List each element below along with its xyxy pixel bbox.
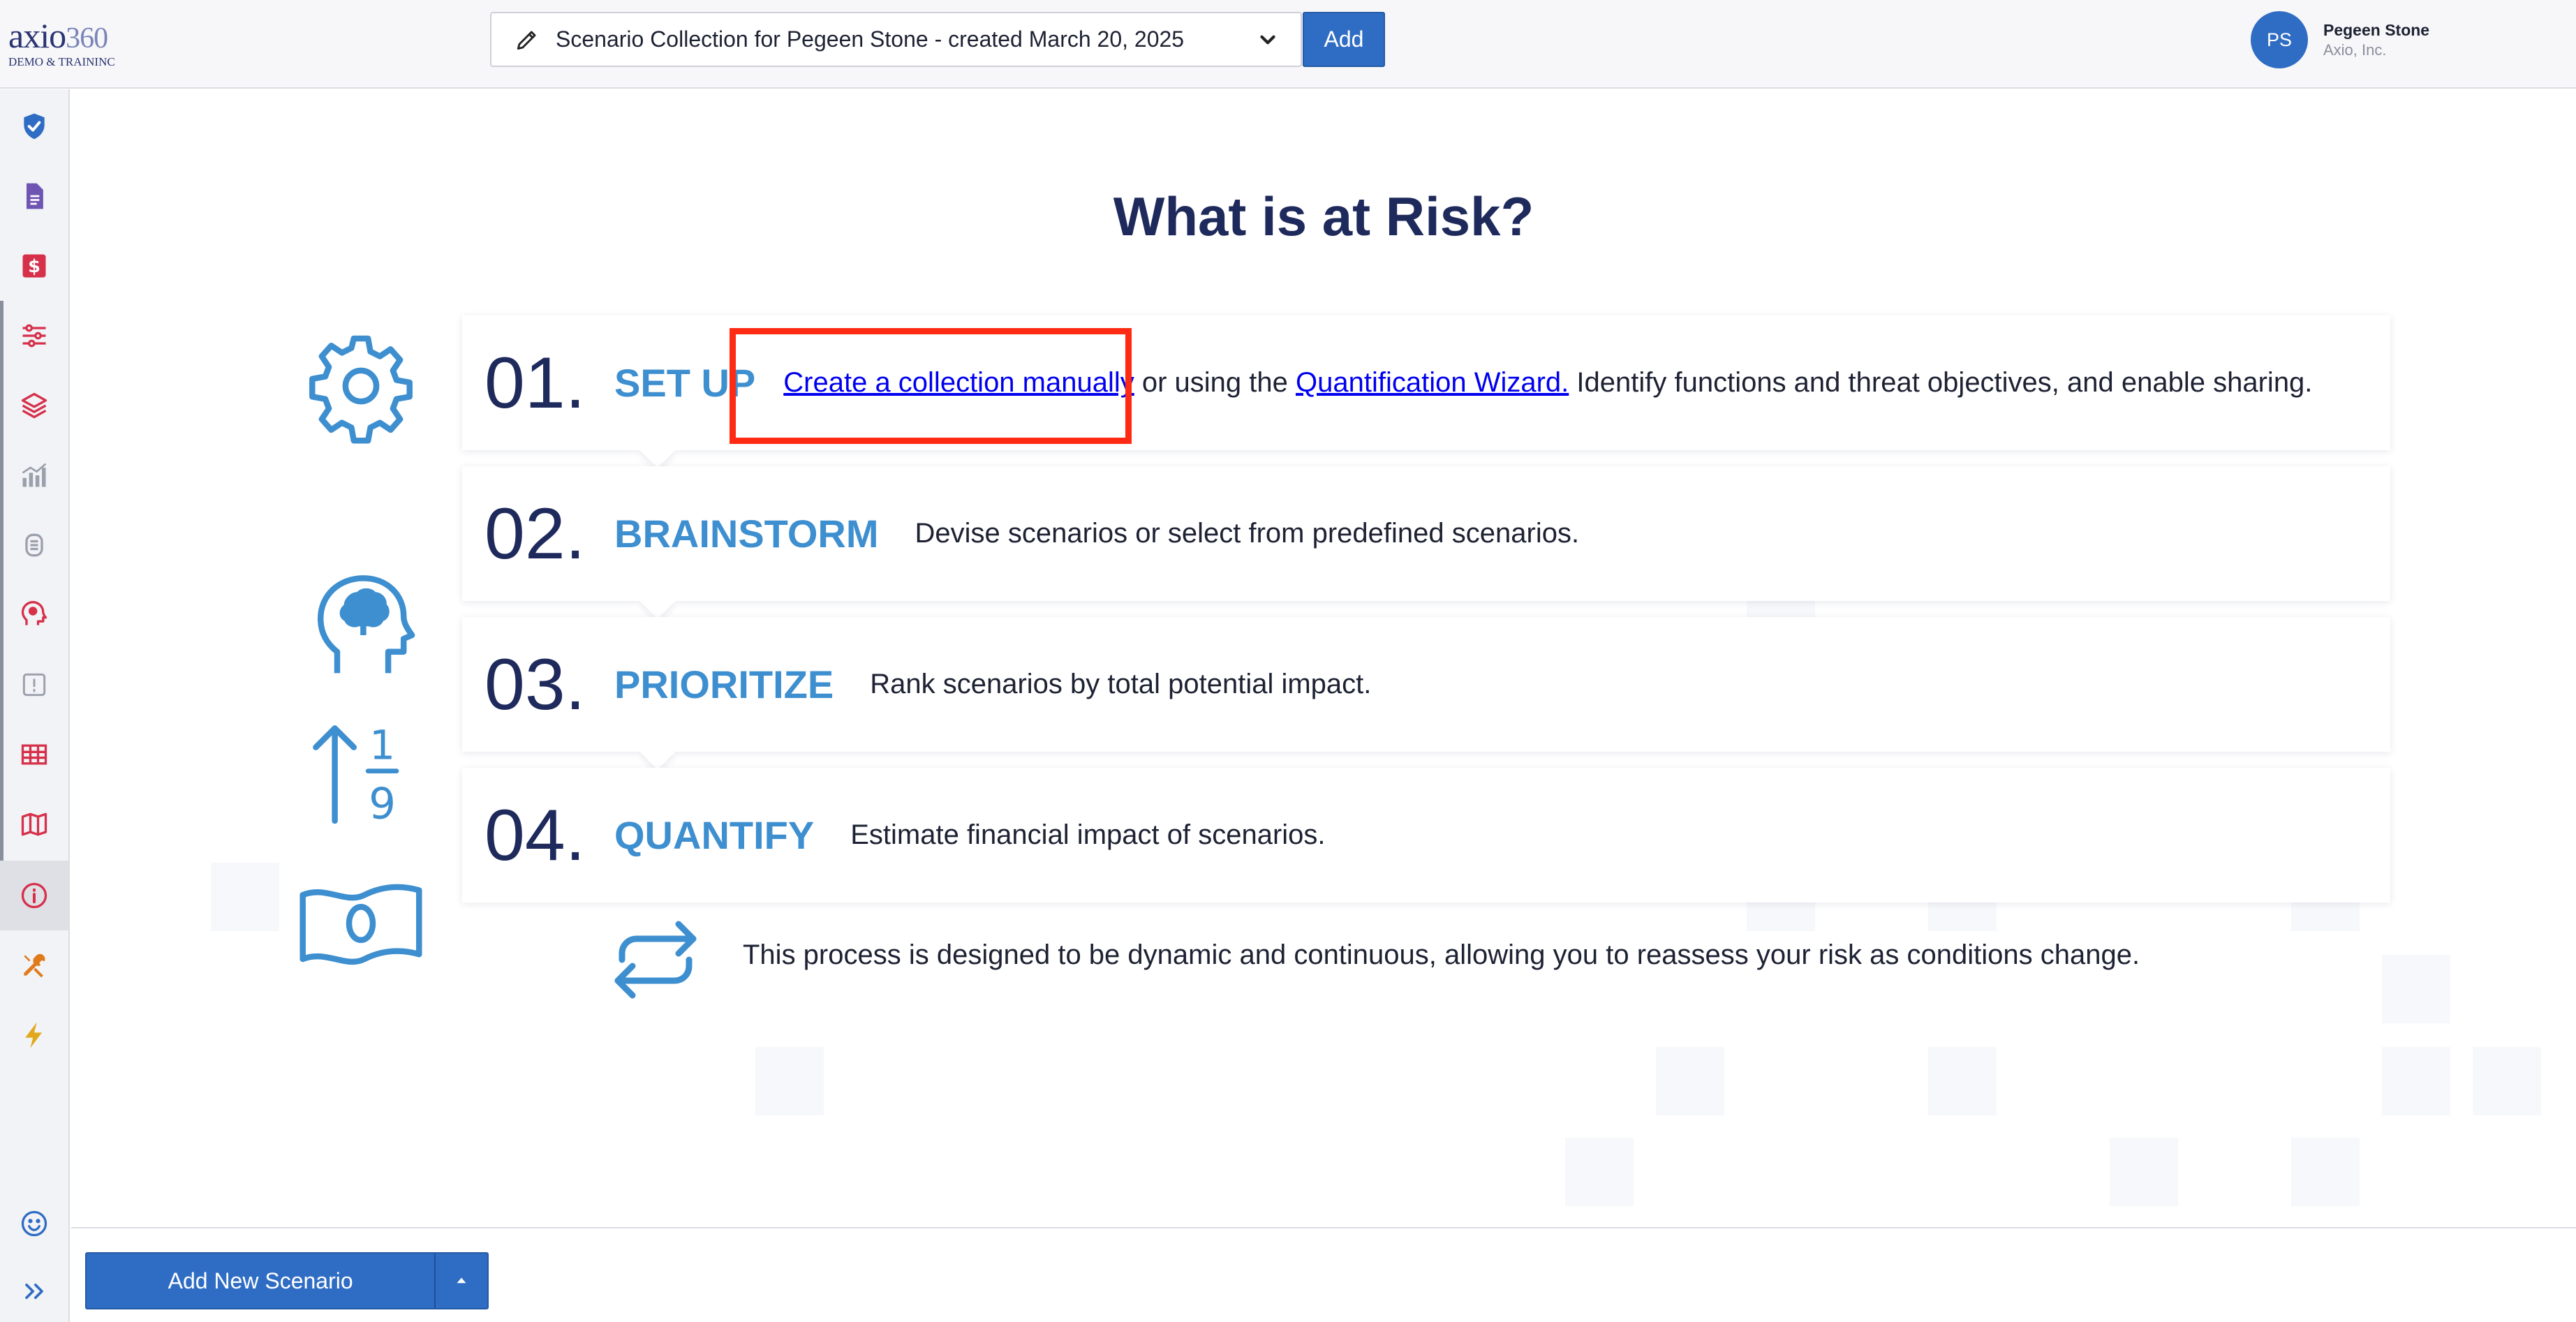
sidebar-item-expand[interactable] (0, 1256, 68, 1322)
highlight-box (730, 328, 1132, 444)
background-tile (2382, 955, 2450, 1023)
step-title: BRAINSTORM (614, 512, 879, 556)
svg-text:1: 1 (369, 722, 395, 769)
head-icon (21, 601, 47, 625)
step-notch (639, 432, 676, 468)
background-tile (1656, 1047, 1724, 1115)
top-header: axio360 DEMO & TRAININC Scenario Collect… (0, 0, 2576, 89)
svg-text:9: 9 (369, 780, 396, 829)
add-button[interactable]: Add (1303, 12, 1385, 67)
sidebar-item-feedback[interactable] (0, 1189, 68, 1258)
step-title: QUANTIFY (614, 813, 815, 857)
sidebar-item-alerts[interactable] (0, 650, 68, 720)
collection-select[interactable]: Scenario Collection for Pegeen Stone - c… (490, 12, 1302, 67)
add-scenario-dropdown-toggle[interactable] (434, 1254, 487, 1308)
step-number: 03. (484, 644, 586, 725)
head-brain-icon (317, 575, 415, 674)
expand-icon (25, 1284, 43, 1299)
shield-check-icon (24, 113, 45, 140)
avatar: PS (2251, 11, 2308, 68)
step-title: PRIORITIZE (614, 662, 834, 706)
sidebar-item-layers[interactable] (0, 371, 68, 440)
sidebar-item-table[interactable] (0, 720, 68, 789)
step-number: 04. (484, 794, 586, 876)
lightning-icon (25, 1022, 42, 1048)
background-tile (2110, 1138, 2178, 1206)
step-card-quantify: 04. QUANTIFY Estimate financial impact o… (462, 768, 2390, 903)
sort-ascending-icon: 1 9 (313, 722, 399, 829)
logo-text: axio (8, 16, 66, 55)
add-new-scenario-label: Add New Scenario (168, 1268, 353, 1293)
cycle-icon-wrapper (603, 907, 708, 1012)
map-icon (21, 812, 47, 836)
step-number: 01. (484, 342, 586, 424)
sidebar-item-map[interactable] (0, 789, 68, 859)
step-notch (639, 583, 676, 619)
main-content: What is at Risk? 01. SET UP Create a col… (71, 89, 2576, 1227)
background-tile (211, 863, 279, 931)
chart-icon (22, 463, 47, 487)
step-4-icon (295, 864, 427, 983)
step-text: Identify functions and threat objectives… (1569, 367, 2313, 398)
sidebar: $ (0, 89, 70, 1322)
sidebar-item-tools[interactable] (0, 930, 68, 1000)
footer-bar: Add New Scenario (71, 1227, 2576, 1322)
background-tile (2382, 1047, 2450, 1115)
step-notch (639, 734, 676, 770)
brain-gear-icon (25, 533, 43, 557)
dollar-icon: $ (22, 254, 46, 278)
sidebar-item-analytics[interactable] (0, 440, 68, 510)
sidebar-item-documents[interactable] (0, 161, 68, 231)
page-title: What is at Risk? (1113, 186, 1534, 247)
caret-up-icon (457, 1277, 466, 1284)
step-description: Rank scenarios by total potential impact… (870, 669, 1372, 699)
background-tile (2291, 1138, 2360, 1206)
sidebar-item-assessment[interactable] (0, 91, 68, 161)
background-tile (2473, 1047, 2541, 1115)
logo-number: 360 (66, 22, 108, 54)
layers-icon (21, 392, 47, 419)
step-card-prioritize: 03. PRIORITIZE Rank scenarios by total p… (462, 617, 2390, 770)
user-org: Axio, Inc. (2323, 41, 2387, 59)
pencil-icon (517, 30, 536, 50)
tools-icon (24, 953, 45, 978)
step-card-brainstorm: 02. BRAINSTORM Devise scenarios or selec… (462, 466, 2390, 619)
smiley-icon (21, 1210, 47, 1237)
background-tile (1565, 1138, 1634, 1206)
step-description: Estimate financial impact of scenarios. (850, 819, 1326, 850)
svg-text:$: $ (28, 256, 40, 277)
add-new-scenario-button[interactable]: Add New Scenario (85, 1252, 489, 1309)
sidebar-item-controls[interactable] (0, 510, 68, 580)
sliders-icon (22, 324, 46, 348)
collection-select-value: Scenario Collection for Pegeen Stone - c… (556, 27, 1185, 52)
gear-icon (309, 335, 413, 444)
step-2-icon (302, 564, 420, 683)
logo-subtitle: DEMO & TRAININC (8, 55, 115, 68)
chevron-down-icon (1260, 35, 1275, 44)
alert-box-icon (22, 673, 46, 697)
step-number: 02. (484, 493, 586, 574)
step-3-icon: 1 9 (302, 714, 420, 833)
sidebar-item-what-is-at-risk[interactable] (0, 861, 68, 930)
user-name: Pegeen Stone (2323, 21, 2430, 39)
quantification-wizard-link[interactable]: Quantification Wizard. (1296, 367, 1569, 398)
sidebar-item-settings[interactable] (0, 301, 68, 371)
document-icon (27, 183, 43, 209)
sidebar-item-scenarios[interactable] (0, 580, 68, 650)
step-1-icon (302, 327, 420, 445)
sidebar-item-financial[interactable]: $ (0, 231, 68, 301)
user-menu[interactable]: PS Pegeen Stone Axio, Inc. (2251, 11, 2429, 68)
info-icon (21, 882, 47, 909)
table-icon (21, 744, 47, 765)
background-tile (755, 1047, 824, 1115)
step-text: or using the (1134, 367, 1296, 398)
banknote-icon (299, 884, 422, 965)
sidebar-item-quick-actions[interactable] (0, 1000, 68, 1070)
axio360-logo[interactable]: axio360 DEMO & TRAININC (8, 16, 127, 68)
step-description: Devise scenarios or select from predefin… (915, 518, 1580, 549)
refresh-cycle-icon (614, 921, 697, 999)
cycle-description: This process is designed to be dynamic a… (743, 939, 2140, 970)
background-tile (1928, 1047, 1997, 1115)
